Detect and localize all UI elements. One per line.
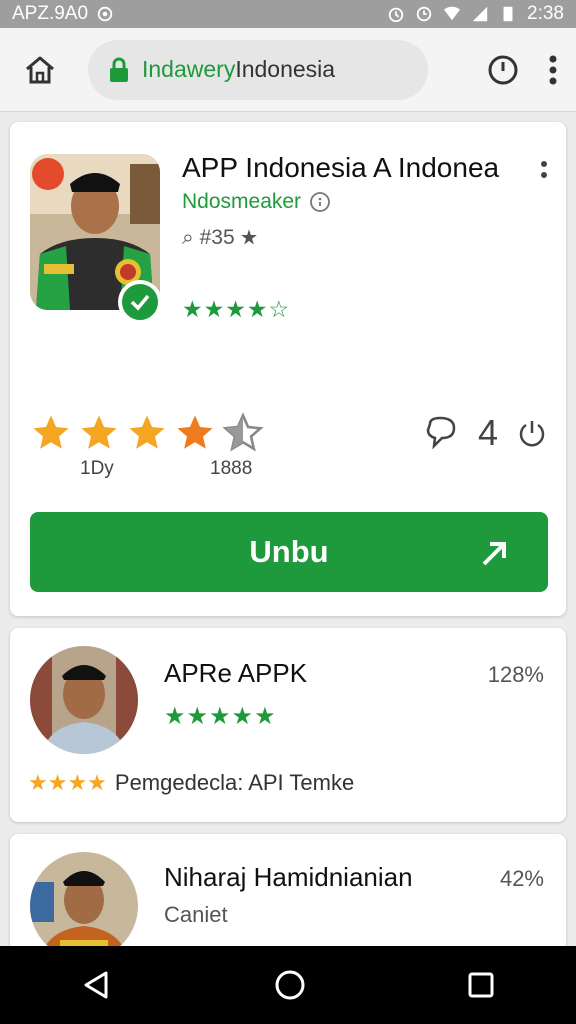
item-meta: 42% (499, 866, 544, 891)
star-full-icon (129, 415, 165, 449)
home-nav-icon[interactable] (273, 968, 307, 1002)
app-detail-card: APP Indonesia A Indonea Ndosmeaker ⌕ #35… (10, 122, 566, 616)
item-meta: 128% (487, 662, 544, 687)
star-full-icon (33, 415, 69, 449)
clock-icon (416, 6, 432, 22)
recents-icon[interactable] (466, 970, 496, 1000)
list-item[interactable]: Niharaj Hamidnianian 42% Caniet (10, 834, 566, 964)
home-button[interactable] (18, 48, 62, 92)
app-title: APP Indonesia A Indonea (182, 152, 500, 183)
status-bar: APZ.9A0 2:38 (0, 0, 576, 28)
back-icon[interactable] (80, 968, 114, 1002)
avatar-image (30, 852, 138, 960)
star-half-icon (222, 412, 264, 452)
rating-count-b: 1888 (210, 458, 253, 479)
avatar (30, 646, 138, 754)
developer-label: Ndosmeaker (182, 190, 302, 213)
star-full-icon (177, 415, 213, 449)
arrow-up-right-icon (482, 542, 506, 566)
side-meta: 4 (422, 412, 548, 454)
avatar-image (30, 646, 138, 754)
power-icon[interactable] (516, 417, 548, 449)
status-time: 2:38 (527, 3, 564, 24)
status-left-text: APZ.9A0 (12, 3, 89, 24)
verified-badge (118, 280, 162, 324)
battery-icon (503, 6, 513, 22)
notification-icon (97, 6, 113, 22)
install-button[interactable]: Unbu (30, 512, 548, 592)
item-subtitle: ★★★★ Pemgedecla: API Temke (28, 770, 354, 796)
app-meta: ⌕ #35 ★ (182, 226, 258, 250)
side-count: 4 (477, 412, 498, 453)
item-sub-stars: ★★★★ (28, 770, 107, 795)
star-full-icon (81, 415, 117, 449)
tabs-icon[interactable] (486, 53, 520, 87)
item-subtitle: Caniet (164, 902, 228, 928)
wifi-icon (443, 6, 461, 21)
avatar (30, 852, 138, 960)
install-button-label: Unbu (249, 534, 329, 569)
alarm-icon (388, 7, 404, 23)
big-rating-stars (30, 412, 264, 454)
system-nav-bar (0, 946, 576, 1024)
menu-icon[interactable] (548, 53, 558, 87)
info-icon (310, 192, 330, 212)
url-domain: Indawery (142, 56, 236, 82)
app-meta-text: ⌕ #35 ★ (182, 226, 258, 249)
home-icon (26, 56, 54, 83)
item-title: Niharaj Hamidnianian (164, 862, 413, 892)
browser-toolbar: Indawery Indonesia (0, 28, 576, 112)
signal-icon (472, 6, 488, 22)
small-rating-stars: ★★★★☆ (182, 296, 291, 322)
url-bar[interactable]: Indawery Indonesia (88, 39, 428, 100)
more-options-icon[interactable] (540, 160, 548, 182)
comment-icon[interactable] (422, 414, 460, 452)
check-icon (130, 294, 150, 311)
item-sub-text: Pemgedecla: API Temke (114, 770, 355, 795)
rating-count-a: 1Dy (80, 458, 114, 479)
item-title: APRe APPK (164, 658, 308, 688)
url-path: Indonesia (235, 56, 336, 82)
developer-name[interactable]: Ndosmeaker (182, 190, 331, 214)
list-item[interactable]: APRe APPK 128% ★★★★★ ★★★★ Pemgedecla: AP… (10, 628, 566, 822)
item-rating-stars: ★★★★★ (164, 703, 277, 730)
lock-icon (110, 57, 128, 82)
item-sub-text: Caniet (164, 902, 228, 927)
